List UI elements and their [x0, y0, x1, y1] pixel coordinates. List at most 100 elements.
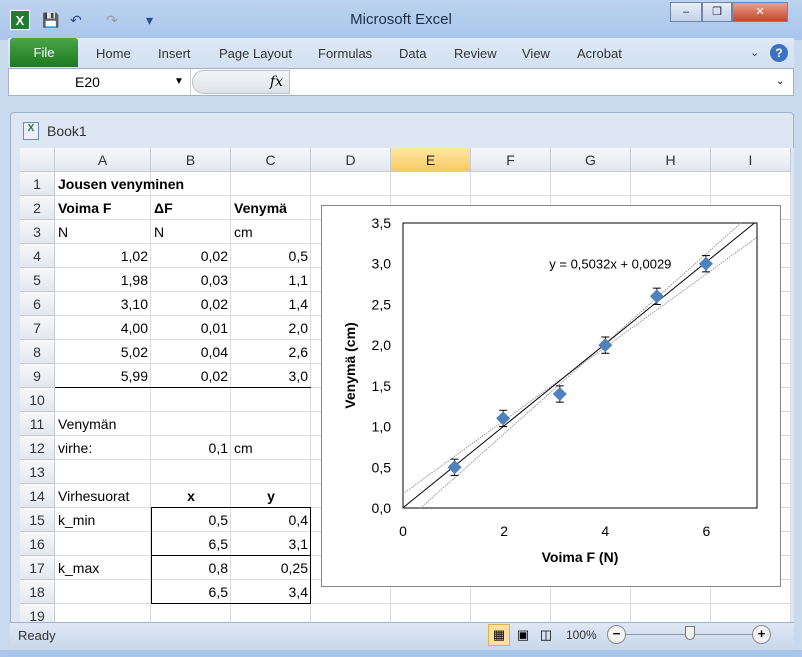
- cell-A2[interactable]: Voima F: [55, 196, 114, 220]
- zoom-in-button[interactable]: +: [752, 625, 771, 644]
- row-header-11[interactable]: 11: [20, 412, 55, 436]
- tab-review[interactable]: Review: [454, 46, 497, 61]
- name-box[interactable]: E20: [9, 69, 191, 95]
- scatter-chart[interactable]: 0,0 0,5 1,0 1,5 2,0 2,5 3,0 3,5 0 2 4 6 Voima F (N) V…: [321, 205, 781, 587]
- column-header-D[interactable]: D: [311, 148, 391, 172]
- expand-formula-bar-icon[interactable]: ⌄: [776, 76, 784, 87]
- cell-C15[interactable]: 0,4: [231, 508, 311, 532]
- cell-B5[interactable]: 0,03: [151, 268, 231, 292]
- close-button[interactable]: ✕: [732, 2, 788, 22]
- cell-A15[interactable]: k_min: [55, 508, 98, 532]
- column-header-H[interactable]: H: [631, 148, 711, 172]
- cell-A3[interactable]: N: [55, 220, 71, 244]
- row-header-17[interactable]: 17: [20, 556, 55, 580]
- cell-C7[interactable]: 2,0: [231, 316, 311, 340]
- cell-B7[interactable]: 0,01: [151, 316, 231, 340]
- row-header-15[interactable]: 15: [20, 508, 55, 532]
- column-header-I[interactable]: I: [711, 148, 791, 172]
- cell-A6[interactable]: 3,10: [55, 292, 151, 316]
- cell-B2[interactable]: ΔF: [151, 196, 176, 220]
- cell-C17[interactable]: 0,25: [231, 556, 311, 580]
- cell-A14[interactable]: Virhesuorat: [55, 484, 132, 508]
- cell-C8[interactable]: 2,6: [231, 340, 311, 364]
- zoom-level[interactable]: 100%: [566, 628, 597, 642]
- cell-B12[interactable]: 0,1: [151, 436, 231, 460]
- cell-A7[interactable]: 4,00: [55, 316, 151, 340]
- cell-C18[interactable]: 3,4: [231, 580, 311, 604]
- tab-formulas[interactable]: Formulas: [318, 46, 372, 61]
- cell-A9[interactable]: 5,99: [55, 364, 151, 388]
- row-header-6[interactable]: 6: [20, 292, 55, 316]
- cell-B3[interactable]: N: [151, 220, 167, 244]
- tab-data[interactable]: Data: [399, 46, 426, 61]
- row-header-18[interactable]: 18: [20, 580, 55, 604]
- cell-B14[interactable]: x: [151, 484, 231, 508]
- cell-C14[interactable]: y: [231, 484, 311, 508]
- select-all-button[interactable]: [20, 148, 55, 172]
- name-box-dropdown-icon[interactable]: ▼: [174, 76, 184, 87]
- help-icon[interactable]: ?: [770, 44, 788, 62]
- cell-A1[interactable]: Jousen venyminen: [55, 172, 187, 196]
- cell-C2[interactable]: Venymä: [231, 196, 290, 220]
- ribbon-minimize-icon[interactable]: ⌄: [750, 46, 759, 59]
- column-header-A[interactable]: A: [55, 148, 151, 172]
- cell-A8[interactable]: 5,02: [55, 340, 151, 364]
- cell-C5[interactable]: 1,1: [231, 268, 311, 292]
- cell-A4[interactable]: 1,02: [55, 244, 151, 268]
- tab-page-layout[interactable]: Page Layout: [219, 46, 292, 61]
- row-header-12[interactable]: 12: [20, 436, 55, 460]
- minimize-button[interactable]: –: [670, 2, 702, 22]
- zoom-slider-thumb[interactable]: [684, 626, 695, 640]
- row-header-4[interactable]: 4: [20, 244, 55, 268]
- zoom-out-button[interactable]: −: [607, 625, 626, 644]
- normal-view-icon[interactable]: ▦: [488, 624, 510, 646]
- cell-B6[interactable]: 0,02: [151, 292, 231, 316]
- page-break-view-icon[interactable]: ◫: [536, 625, 556, 645]
- cell-B15[interactable]: 0,5: [151, 508, 231, 532]
- cell-C16[interactable]: 3,1: [231, 532, 311, 556]
- row-header-5[interactable]: 5: [20, 268, 55, 292]
- worksheet-grid[interactable]: A B C D E F G H I 1 2 3 4 5 6 7 8 9 10 11 12 13 14 15 16 17 18 19 J…: [20, 148, 791, 622]
- tab-home[interactable]: Home: [96, 46, 131, 61]
- row-header-8[interactable]: 8: [20, 340, 55, 364]
- cell-C4[interactable]: 0,5: [231, 244, 311, 268]
- row-header-16[interactable]: 16: [20, 532, 55, 556]
- cell-B17[interactable]: 0,8: [151, 556, 231, 580]
- cell-C3[interactable]: cm: [231, 220, 256, 244]
- column-header-F[interactable]: F: [471, 148, 551, 172]
- tab-file[interactable]: File: [10, 38, 78, 67]
- cell-A5[interactable]: 1,98: [55, 268, 151, 292]
- cell-B9[interactable]: 0,02: [151, 364, 231, 388]
- cell-B18[interactable]: 6,5: [151, 580, 231, 604]
- tab-insert[interactable]: Insert: [158, 46, 191, 61]
- column-header-E[interactable]: E: [391, 148, 471, 172]
- cell-A17[interactable]: k_max: [55, 556, 102, 580]
- cell-A11[interactable]: Venymän: [55, 412, 119, 436]
- restore-button[interactable]: ❐: [702, 2, 732, 22]
- cell-B8[interactable]: 0,04: [151, 340, 231, 364]
- row-header-14[interactable]: 14: [20, 484, 55, 508]
- column-header-C[interactable]: C: [231, 148, 311, 172]
- tab-view[interactable]: View: [522, 46, 550, 61]
- column-header-G[interactable]: G: [551, 148, 631, 172]
- row-header-7[interactable]: 7: [20, 316, 55, 340]
- formula-input[interactable]: [292, 70, 770, 94]
- cell-B4[interactable]: 0,02: [151, 244, 231, 268]
- cell-A12[interactable]: virhe:: [55, 436, 95, 460]
- row-header-9[interactable]: 9: [20, 364, 55, 388]
- row-header-3[interactable]: 3: [20, 220, 55, 244]
- row-header-13[interactable]: 13: [20, 460, 55, 484]
- row-header-19[interactable]: 19: [20, 604, 55, 622]
- cell-C12[interactable]: cm: [231, 436, 256, 460]
- cell-C9[interactable]: 3,0: [231, 364, 311, 388]
- cell-C6[interactable]: 1,4: [231, 292, 311, 316]
- page-layout-view-icon[interactable]: ▣: [513, 625, 533, 645]
- row-header-10[interactable]: 10: [20, 388, 55, 412]
- tab-acrobat[interactable]: Acrobat: [577, 46, 622, 61]
- cell-B16[interactable]: 6,5: [151, 532, 231, 556]
- row-header-2[interactable]: 2: [20, 196, 55, 220]
- insert-function-button[interactable]: fx: [192, 70, 290, 94]
- row-header-1[interactable]: 1: [20, 172, 55, 196]
- column-header-B[interactable]: B: [151, 148, 231, 172]
- vertical-scrollbar[interactable]: [791, 148, 794, 622]
